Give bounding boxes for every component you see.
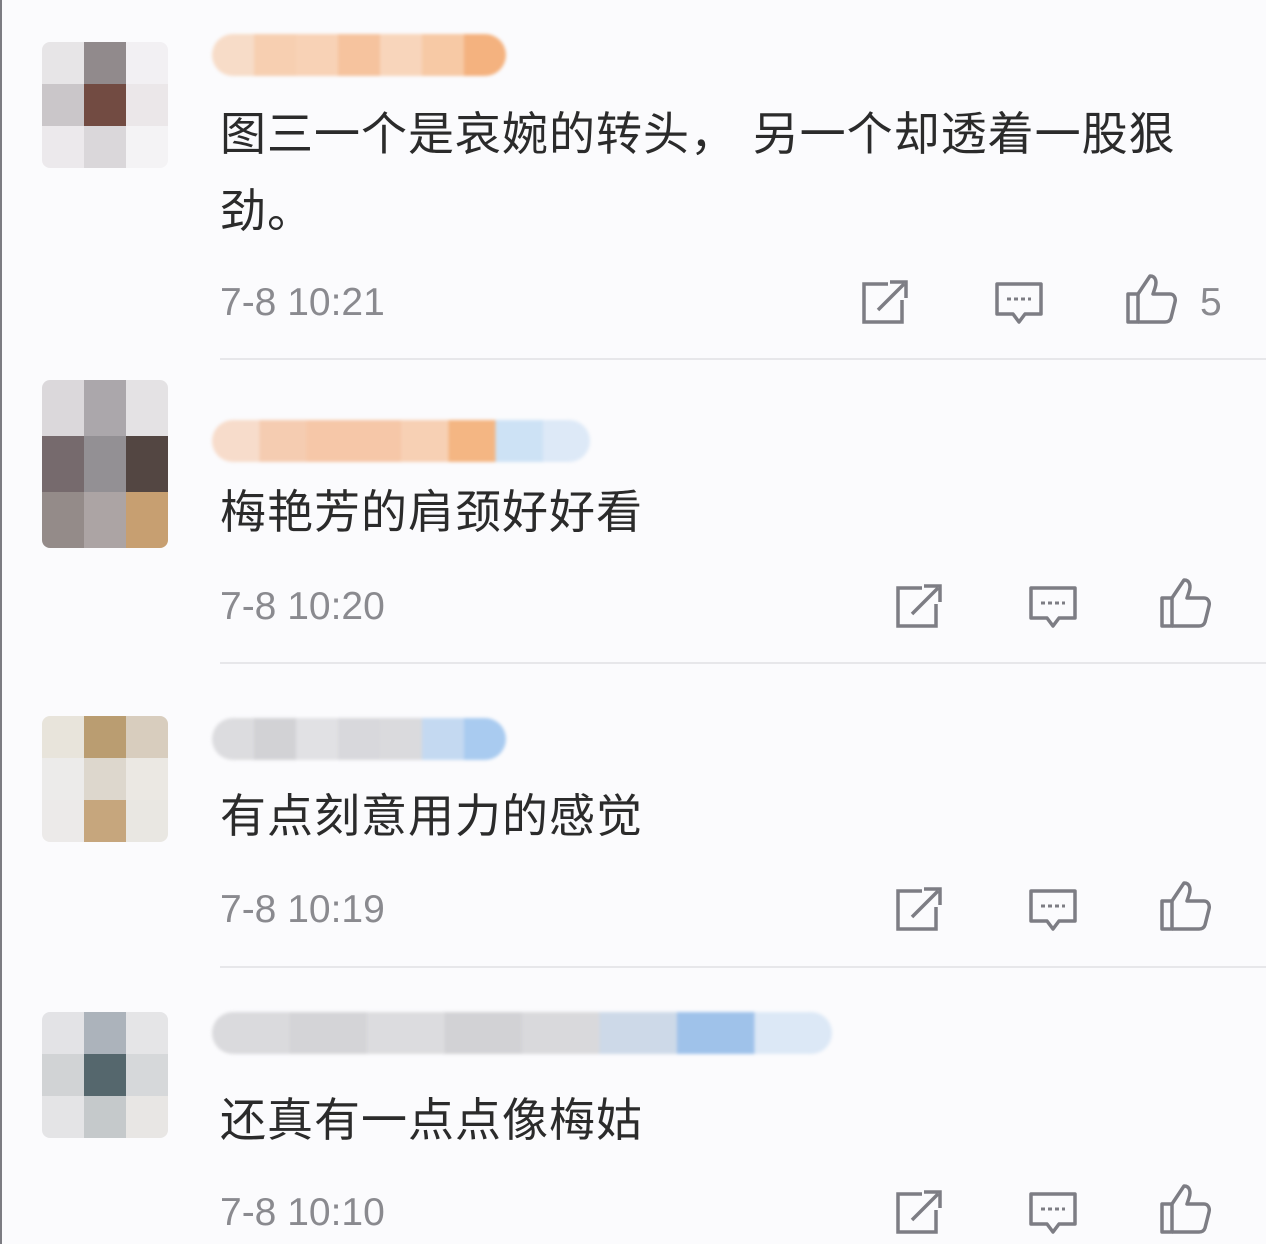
avatar-pixel bbox=[126, 716, 168, 758]
comment-reply-icon[interactable] bbox=[1026, 580, 1080, 634]
avatar-pixel bbox=[42, 380, 84, 436]
avatar-pixel bbox=[126, 380, 168, 436]
comment-text: 还真有一点点像梅姑 bbox=[220, 1093, 643, 1147]
username-blurred[interactable] bbox=[212, 34, 506, 76]
window-edge bbox=[0, 0, 2, 1244]
avatar-pixel bbox=[84, 716, 126, 758]
avatar-pixel bbox=[126, 84, 168, 126]
avatar-pixel bbox=[42, 1012, 84, 1054]
avatar-pixel bbox=[42, 758, 84, 800]
avatar-pixel bbox=[84, 380, 126, 436]
avatar[interactable] bbox=[42, 380, 168, 548]
share-icon[interactable] bbox=[858, 276, 912, 330]
divider bbox=[220, 966, 1266, 968]
comment-reply-icon[interactable] bbox=[992, 276, 1046, 330]
avatar-pixel bbox=[42, 84, 84, 126]
avatar-pixel bbox=[126, 1054, 168, 1096]
comment-text: 图三一个是哀婉的转头， 另一个却透着一股狠劲。 bbox=[220, 107, 1176, 238]
avatar-pixel bbox=[84, 1054, 126, 1096]
avatar-pixel bbox=[84, 1012, 126, 1054]
share-icon[interactable] bbox=[892, 883, 946, 937]
avatar-pixel bbox=[42, 126, 84, 168]
avatar-pixel bbox=[42, 716, 84, 758]
avatar-pixel bbox=[84, 758, 126, 800]
avatar-pixel bbox=[84, 800, 126, 842]
share-icon[interactable] bbox=[892, 580, 946, 634]
avatar-pixel bbox=[84, 436, 126, 492]
comment-text: 梅艳芳的肩颈好好看 bbox=[220, 485, 643, 539]
comment-time: 7-8 10:20 bbox=[220, 585, 385, 628]
like-thumb-icon[interactable] bbox=[1158, 576, 1212, 630]
avatar-pixel bbox=[126, 1012, 168, 1054]
comment-time: 7-8 10:10 bbox=[220, 1191, 385, 1234]
avatar-pixel bbox=[84, 84, 126, 126]
avatar-pixel bbox=[126, 800, 168, 842]
avatar-pixel bbox=[126, 1096, 168, 1138]
avatar-pixel bbox=[42, 1096, 84, 1138]
avatar-pixel bbox=[84, 42, 126, 84]
avatar-pixel bbox=[84, 126, 126, 168]
avatar-pixel bbox=[126, 126, 168, 168]
avatar-pixel bbox=[84, 492, 126, 548]
avatar-pixel bbox=[42, 42, 84, 84]
comment-time: 7-8 10:19 bbox=[220, 888, 385, 931]
divider bbox=[220, 662, 1266, 664]
avatar-pixel bbox=[126, 436, 168, 492]
like-thumb-icon[interactable] bbox=[1158, 1182, 1212, 1236]
avatar-pixel bbox=[42, 800, 84, 842]
avatar-pixel bbox=[126, 758, 168, 800]
avatar-pixel bbox=[42, 436, 84, 492]
avatar[interactable] bbox=[42, 42, 168, 168]
username-blurred[interactable] bbox=[212, 420, 590, 462]
like-thumb-icon[interactable] bbox=[1124, 272, 1178, 326]
avatar-pixel bbox=[84, 1096, 126, 1138]
comment-text: 有点刻意用力的感觉 bbox=[220, 789, 643, 843]
avatar-pixel bbox=[126, 492, 168, 548]
share-icon[interactable] bbox=[892, 1186, 946, 1240]
comment-reply-icon[interactable] bbox=[1026, 1186, 1080, 1240]
comment-time: 7-8 10:21 bbox=[220, 281, 385, 324]
comment-reply-icon[interactable] bbox=[1026, 883, 1080, 937]
avatar[interactable] bbox=[42, 716, 168, 842]
username-blurred[interactable] bbox=[212, 1012, 832, 1054]
username-blurred[interactable] bbox=[212, 718, 506, 760]
avatar-pixel bbox=[42, 492, 84, 548]
like-count: 5 bbox=[1200, 281, 1222, 324]
divider bbox=[220, 358, 1266, 360]
avatar-pixel bbox=[126, 42, 168, 84]
avatar-pixel bbox=[42, 1054, 84, 1096]
avatar[interactable] bbox=[42, 1012, 168, 1138]
like-thumb-icon[interactable] bbox=[1158, 879, 1212, 933]
